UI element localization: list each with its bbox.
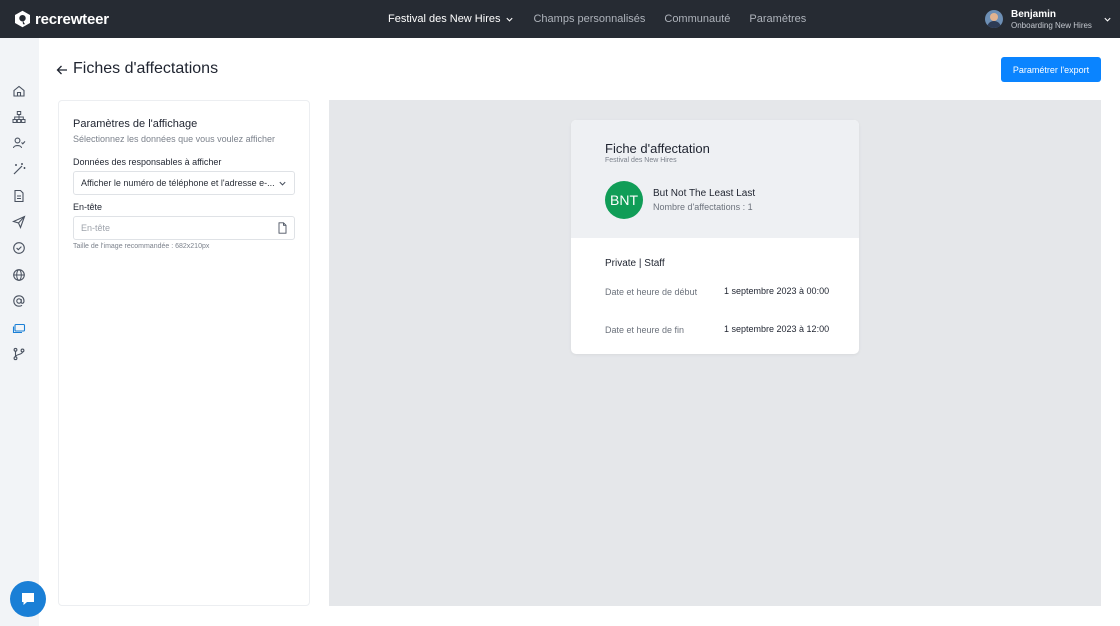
start-datetime-label: Date et heure de début: [605, 287, 698, 297]
chevron-down-icon: [279, 181, 286, 186]
panel-title: Paramètres de l'affichage: [73, 118, 198, 130]
initials-avatar: BNT: [605, 181, 643, 219]
recrewteer-logo-icon: [15, 10, 30, 28]
send-icon: [12, 215, 26, 229]
assignment-section-title: Private | Staff: [605, 258, 665, 269]
sidebar-item-assignments[interactable]: [12, 321, 26, 335]
main-nav: Festival des New Hires Champs personnali…: [388, 0, 825, 38]
display-settings-panel: Paramètres de l'affichage Sélectionnez l…: [58, 100, 310, 606]
sidebar-item-tools[interactable]: [12, 162, 26, 176]
back-arrow-icon[interactable]: [55, 63, 69, 77]
person-name: But Not The Least Last: [653, 188, 756, 199]
chevron-down-icon: [506, 17, 514, 22]
nav-item-settings[interactable]: Paramètres: [749, 13, 806, 25]
user-check-icon: [12, 137, 26, 149]
document-icon: [14, 189, 24, 203]
header-label: En-tête: [73, 202, 103, 212]
sidebar-item-website[interactable]: [12, 268, 26, 282]
end-datetime-label: Date et heure de fin: [605, 325, 685, 335]
nav-item-label: Communauté: [664, 13, 731, 25]
card-header: Fiche d'affectation Festival des New Hir…: [571, 120, 859, 238]
nav-item-custom-fields[interactable]: Champs personnalisés: [533, 13, 645, 25]
git-branch-icon: [13, 347, 25, 361]
sidebar: [0, 38, 39, 626]
end-datetime-value: 1 septembre 2023 à 12:00: [724, 324, 830, 334]
brand-name: recrewteer: [35, 10, 109, 28]
tickets-icon: [12, 323, 26, 334]
sidebar-item-messages[interactable]: [12, 215, 26, 229]
sidebar-item-people[interactable]: [12, 136, 26, 150]
brand-logo[interactable]: recrewteer: [14, 10, 109, 28]
at-sign-icon: [13, 295, 25, 307]
nav-item-community[interactable]: Communauté: [664, 13, 730, 25]
nav-item-label: Champs personnalisés: [533, 13, 646, 25]
panel-subtitle: Sélectionnez les données que vous voulez…: [73, 134, 275, 144]
sidebar-item-tasks[interactable]: [12, 241, 26, 255]
header-placeholder: En-tête: [81, 223, 111, 233]
sidebar-item-emails[interactable]: [12, 294, 26, 308]
nav-item-label: Paramètres: [749, 13, 807, 25]
chat-bubble-icon: [22, 593, 34, 605]
chat-launcher-button[interactable]: [10, 581, 46, 617]
user-name: Benjamin: [1011, 8, 1057, 20]
page-title: Fiches d'affectations: [73, 60, 219, 77]
user-subtitle: Onboarding New Hires: [1011, 20, 1092, 30]
card-title: Fiche d'affectation: [605, 141, 710, 156]
home-icon: [13, 85, 25, 97]
nav-item-label: Festival des New Hires: [388, 13, 501, 25]
assignment-count: Nombre d'affectations : 1: [653, 202, 753, 212]
manager-data-label: Données des responsables à afficher: [73, 157, 222, 167]
top-bar: recrewteer Festival des New Hires Champs…: [0, 0, 1120, 38]
header-image-field[interactable]: En-tête: [73, 216, 295, 240]
chevron-down-icon: [1104, 17, 1111, 22]
sidebar-item-workflows[interactable]: [12, 347, 26, 361]
configure-export-button[interactable]: Paramétrer l'export: [1001, 57, 1101, 82]
user-menu[interactable]: Benjamin Onboarding New Hires: [985, 0, 1120, 38]
nav-item-festival[interactable]: Festival des New Hires: [388, 13, 514, 25]
sidebar-item-organization[interactable]: [12, 110, 26, 124]
magic-wand-icon: [13, 163, 26, 175]
file-icon[interactable]: [277, 222, 288, 234]
manager-data-value: Afficher le numéro de téléphone et l'adr…: [81, 178, 275, 188]
sidebar-item-home[interactable]: [12, 84, 26, 98]
sidebar-item-documents[interactable]: [12, 189, 26, 203]
preview-area: Fiche d'affectation Festival des New Hir…: [329, 100, 1101, 606]
start-datetime-value: 1 septembre 2023 à 00:00: [724, 286, 830, 296]
assignment-sheet-card: Fiche d'affectation Festival des New Hir…: [571, 120, 859, 354]
card-event-name: Festival des New Hires: [605, 157, 677, 164]
header-size-hint: Taille de l'image recommandée : 682x210p…: [73, 243, 210, 250]
check-circle-icon: [13, 242, 25, 254]
avatar: [985, 10, 1003, 28]
org-chart-icon: [12, 111, 26, 123]
manager-data-select[interactable]: Afficher le numéro de téléphone et l'adr…: [73, 171, 295, 195]
globe-icon: [13, 269, 25, 281]
